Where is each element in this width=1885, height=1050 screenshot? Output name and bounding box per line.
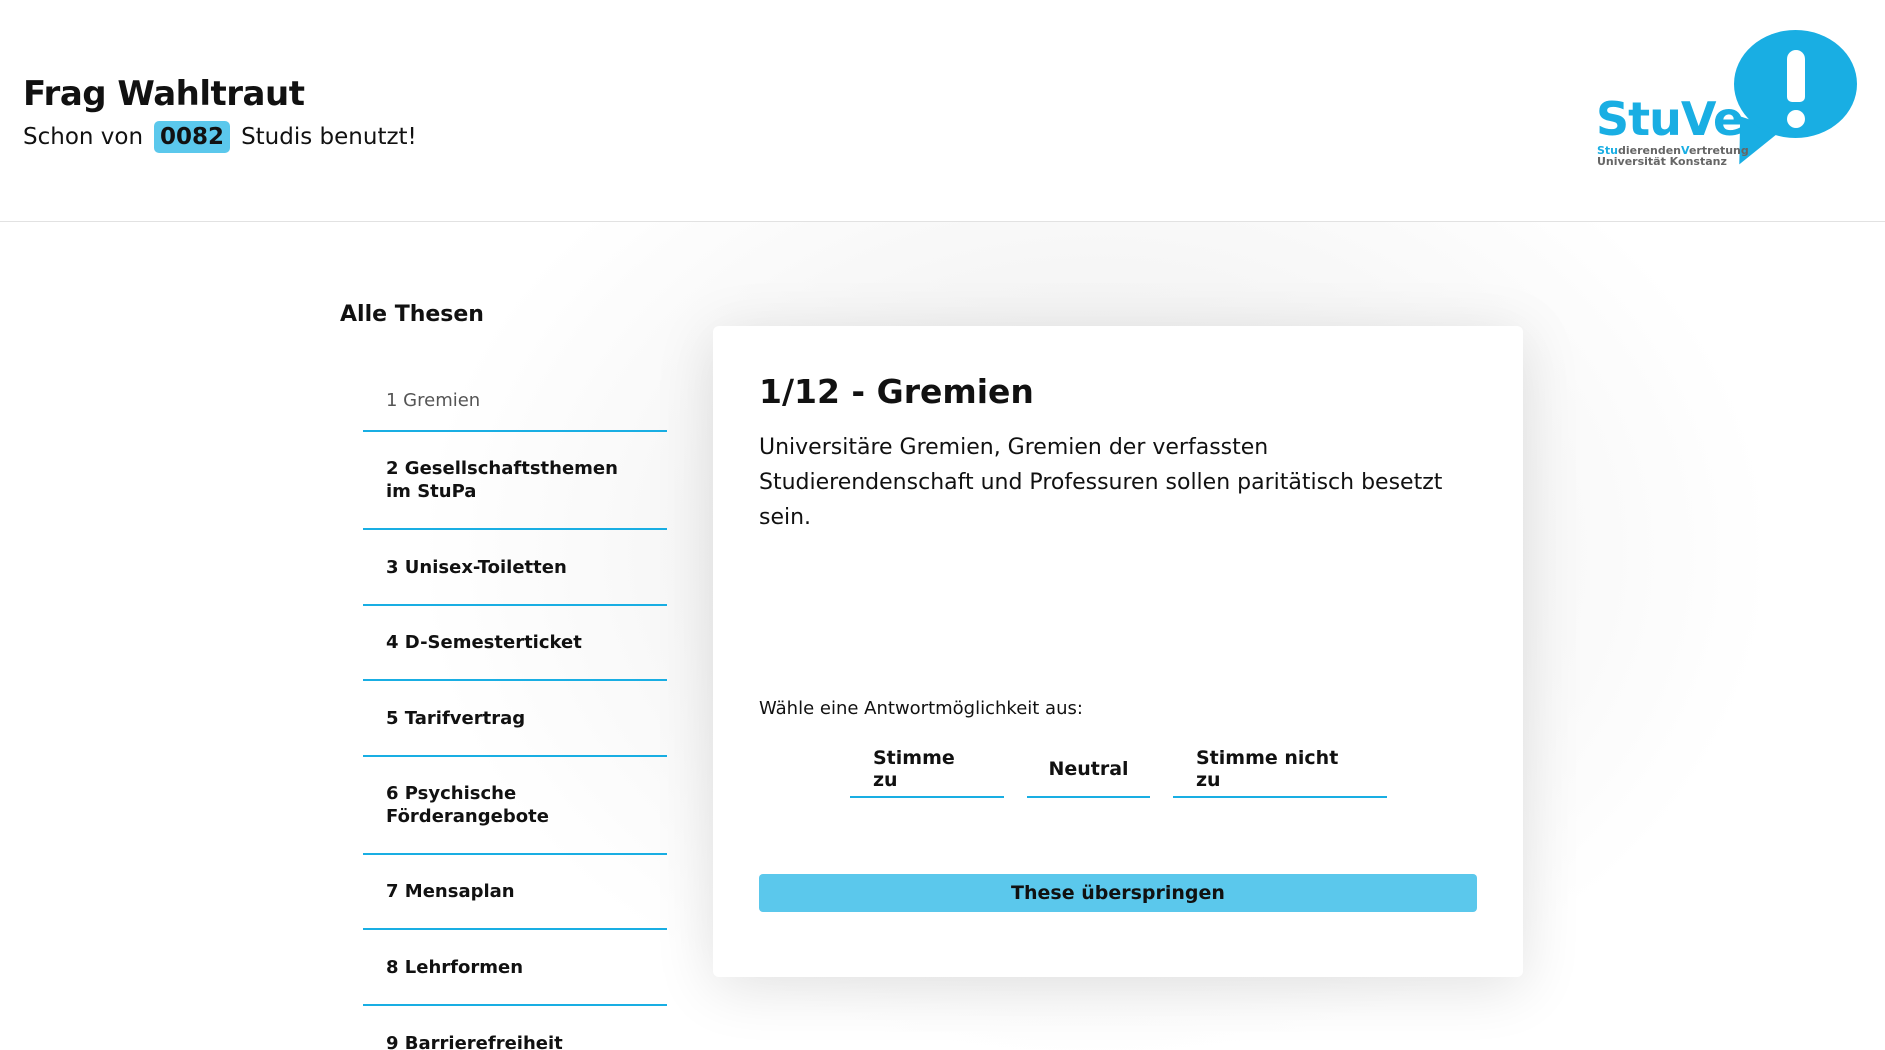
thesis-item-lehrformen[interactable]: 8 Lehrformen [363,930,667,1006]
answer-prompt: Wähle eine Antwortmöglichkeit aus: [759,698,1083,719]
thesis-item-gesellschaftsthemen[interactable]: 2 Gesellschaftsthemen im StuPa [363,432,667,530]
thesis-title: 1/12 - Gremien [759,372,1034,411]
usage-prefix: Schon von [23,124,144,150]
usage-count-badge: 0082 [154,121,231,153]
thesis-item-unisex-toiletten[interactable]: 3 Unisex-Toiletten [363,530,667,606]
app-title: Frag Wahltraut [23,74,305,114]
sidebar-title: Alle Thesen [340,302,484,327]
thesis-item-d-semesterticket[interactable]: 4 D-Semesterticket [363,606,667,681]
logo-subtitle-line2: Universität Konstanz [1597,155,1727,168]
answer-options: Stimme zu Neutral Stimme nicht zu [850,742,1387,798]
header: Frag Wahltraut Schon von 0082 Studis ben… [0,0,1885,222]
thesis-list: 1 Gremien 2 Gesellschaftsthemen im StuPa… [363,370,667,1050]
thesis-item-psychische-foerderangebote[interactable]: 6 Psychische Förderangebote [363,757,667,855]
usage-counter: Schon von 0082 Studis benutzt! [23,121,417,153]
thesis-item-tarifvertrag[interactable]: 5 Tarifvertrag [363,681,667,757]
thesis-card: 1/12 - Gremien Universitäre Gremien, Gre… [713,326,1523,977]
thesis-item-mensaplan[interactable]: 7 Mensaplan [363,855,667,930]
disagree-button[interactable]: Stimme nicht zu [1173,742,1387,798]
usage-suffix: Studis benutzt! [241,124,417,150]
exclamation-icon [1787,50,1805,102]
stuve-logo: StuVe StudierendenVertretung Universität… [1594,30,1857,174]
logo-wordmark: StuVe [1596,92,1744,146]
neutral-button[interactable]: Neutral [1027,742,1150,798]
thesis-item-gremien[interactable]: 1 Gremien [363,370,667,432]
exclamation-dot [1787,110,1805,128]
agree-button[interactable]: Stimme zu [850,742,1004,798]
thesis-item-barrierefreiheit[interactable]: 9 Barrierefreiheit [363,1006,667,1050]
skip-thesis-button[interactable]: These überspringen [759,874,1477,912]
thesis-statement: Universitäre Gremien, Gremien der verfas… [759,435,1443,530]
